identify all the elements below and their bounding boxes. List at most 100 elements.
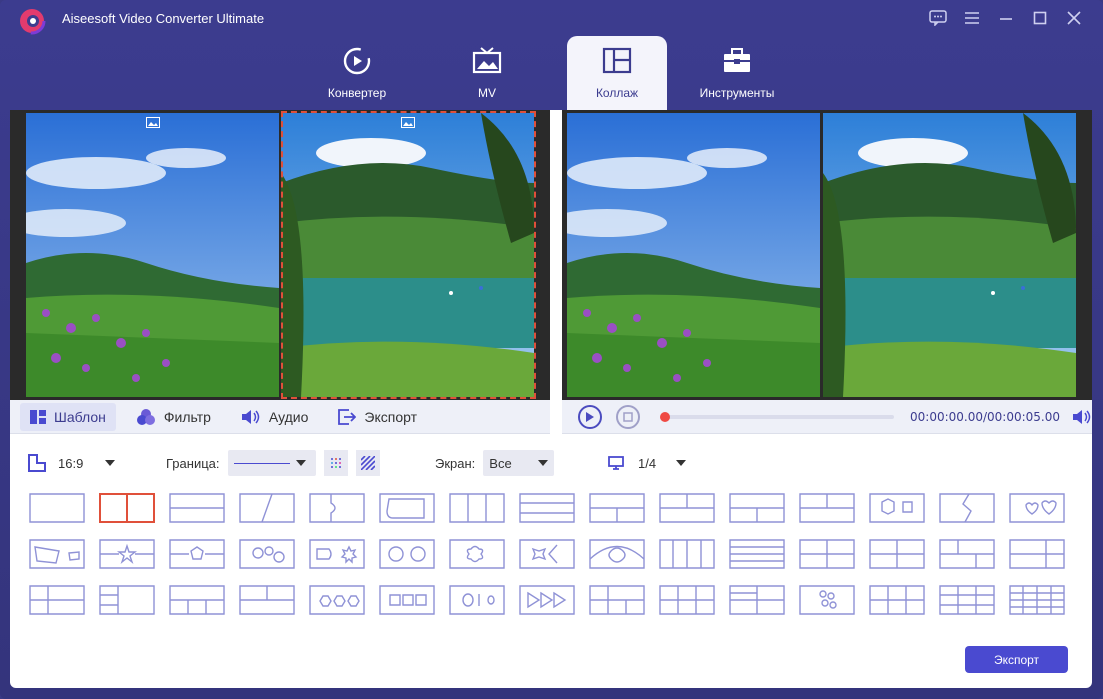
lake-image <box>281 113 534 397</box>
tab-export[interactable]: Экспорт <box>328 403 427 431</box>
template-17[interactable] <box>99 539 155 569</box>
template-34[interactable] <box>239 585 295 615</box>
converter-icon <box>343 47 371 75</box>
mv-icon <box>472 47 502 74</box>
template-thumbnail-icon <box>29 585 85 615</box>
add-image-icon[interactable] <box>401 117 415 128</box>
template-40[interactable] <box>659 585 715 615</box>
progress-knob[interactable] <box>660 411 670 422</box>
main-tabs: Конвертер MV Коллаж Инструменты <box>307 36 807 110</box>
template-2[interactable] <box>99 493 155 523</box>
border-color-button[interactable] <box>323 450 348 476</box>
template-thumbnail-icon <box>1009 585 1065 615</box>
template-10[interactable] <box>659 493 715 523</box>
add-image-icon[interactable] <box>146 117 160 128</box>
template-18[interactable] <box>169 539 225 569</box>
template-29[interactable] <box>939 539 995 569</box>
border-group: Граница: <box>166 450 380 476</box>
template-23[interactable] <box>519 539 575 569</box>
template-thumbnail-icon <box>729 539 785 569</box>
template-thumbnail-icon <box>239 585 295 615</box>
menu-icon[interactable] <box>959 8 985 28</box>
template-thumbnail-icon <box>239 539 295 569</box>
border-pattern-button[interactable] <box>355 450 380 476</box>
ratio-selector[interactable]: 16:9 <box>28 451 116 475</box>
stop-button[interactable] <box>616 404 640 429</box>
template-thumbnail-icon <box>589 539 645 569</box>
monitor-icon <box>608 456 624 470</box>
tab-collage[interactable]: Коллаж <box>567 36 667 110</box>
tab-audio[interactable]: Аудио <box>231 403 319 431</box>
template-20[interactable] <box>309 539 365 569</box>
meadow-image <box>26 113 279 397</box>
tab-filter[interactable]: Фильтр <box>126 403 221 431</box>
template-15[interactable] <box>1009 493 1065 523</box>
template-22[interactable] <box>449 539 505 569</box>
template-30[interactable] <box>1009 539 1065 569</box>
template-44[interactable] <box>939 585 995 615</box>
progress-bar[interactable] <box>660 411 894 422</box>
tab-converter[interactable]: Конвертер <box>307 36 407 110</box>
template-12[interactable] <box>799 493 855 523</box>
template-thumbnail-icon <box>869 539 925 569</box>
template-32[interactable] <box>99 585 155 615</box>
template-11[interactable] <box>729 493 785 523</box>
page-selector[interactable]: 1/4 <box>608 451 687 475</box>
maximize-icon[interactable] <box>1027 8 1053 28</box>
template-13[interactable] <box>869 493 925 523</box>
template-28[interactable] <box>869 539 925 569</box>
tab-tools[interactable]: Инструменты <box>667 36 807 110</box>
tab-template[interactable]: Шаблон <box>20 402 116 431</box>
template-4[interactable] <box>239 493 295 523</box>
template-36[interactable] <box>379 585 435 615</box>
template-39[interactable] <box>589 585 645 615</box>
play-button[interactable] <box>578 404 602 429</box>
export-button[interactable]: Экспорт <box>965 646 1068 673</box>
template-icon <box>30 409 46 424</box>
editor-cell-left[interactable] <box>26 113 279 397</box>
template-31[interactable] <box>29 585 85 615</box>
template-thumbnail-icon <box>99 585 155 615</box>
template-16[interactable] <box>29 539 85 569</box>
template-42[interactable] <box>799 585 855 615</box>
feedback-icon[interactable] <box>925 8 951 28</box>
border-style-dropdown[interactable] <box>227 450 316 476</box>
template-19[interactable] <box>239 539 295 569</box>
editor-cell-right[interactable] <box>281 113 534 397</box>
template-thumbnail-icon <box>309 585 365 615</box>
template-thumbnail-icon <box>729 585 785 615</box>
template-26[interactable] <box>729 539 785 569</box>
template-14[interactable] <box>939 493 995 523</box>
close-icon[interactable] <box>1061 8 1087 28</box>
template-43[interactable] <box>869 585 925 615</box>
template-38[interactable] <box>519 585 575 615</box>
template-45[interactable] <box>1009 585 1065 615</box>
template-6[interactable] <box>379 493 435 523</box>
template-thumbnail-icon <box>449 493 505 523</box>
template-thumbnail-icon <box>939 493 995 523</box>
tab-mv[interactable]: MV <box>447 36 527 110</box>
template-21[interactable] <box>379 539 435 569</box>
template-37[interactable] <box>449 585 505 615</box>
template-thumbnail-icon <box>729 493 785 523</box>
template-33[interactable] <box>169 585 225 615</box>
template-7[interactable] <box>449 493 505 523</box>
template-thumbnail-icon <box>939 585 995 615</box>
template-27[interactable] <box>799 539 855 569</box>
template-25[interactable] <box>659 539 715 569</box>
template-9[interactable] <box>589 493 645 523</box>
template-3[interactable] <box>169 493 225 523</box>
template-1[interactable] <box>29 493 85 523</box>
app-logo <box>18 7 46 35</box>
template-5[interactable] <box>309 493 365 523</box>
template-41[interactable] <box>729 585 785 615</box>
preview-player: 00:00:00.00/00:00:05.00 <box>562 400 1092 434</box>
tab-tools-label: Инструменты <box>699 86 775 100</box>
minimize-icon[interactable] <box>993 8 1019 28</box>
template-35[interactable] <box>309 585 365 615</box>
screen-dropdown[interactable]: Все <box>483 450 555 476</box>
screen-value: Все <box>489 455 512 471</box>
template-24[interactable] <box>589 539 645 569</box>
template-8[interactable] <box>519 493 575 523</box>
volume-icon[interactable] <box>1072 409 1092 425</box>
